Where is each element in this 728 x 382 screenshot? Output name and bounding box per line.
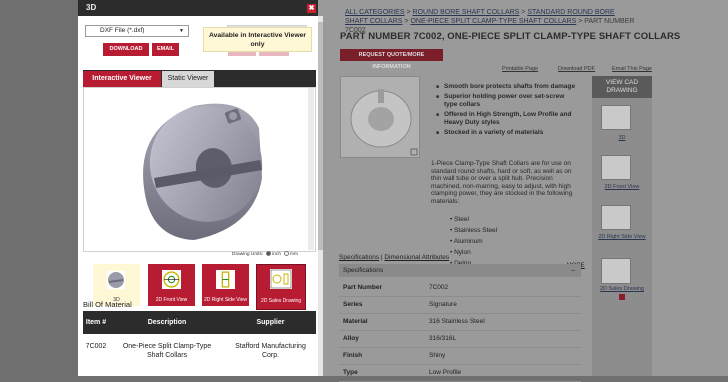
column-header: Supplier [225, 311, 316, 334]
view-thumbnail-sales-drawing[interactable]: 2D Sales Drawing [256, 264, 306, 310]
column-header: Description [109, 311, 225, 334]
modal-scrollbar-thumb[interactable] [318, 22, 323, 250]
download-button[interactable]: DOWNLOAD [103, 43, 149, 56]
breadcrumb-round-bore[interactable]: ROUND BORE SHAFT COLLARS [413, 9, 520, 16]
shaft-collar-3d-model[interactable] [84, 88, 317, 253]
spec-tabs: Specifications | Dimensional Attributes [339, 254, 450, 261]
tab-dimensional-attributes[interactable]: Dimensional Attributes [384, 254, 449, 261]
material-item: Stainless Steel [450, 225, 497, 236]
3d-viewer-canvas[interactable] [83, 87, 316, 252]
table-row: Type Low Profile [339, 364, 581, 382]
table-row: Alloy 316/316L [339, 330, 581, 348]
close-icon[interactable]: ✖ [307, 4, 316, 13]
cad-right-thumbnail[interactable] [601, 205, 631, 230]
email-button[interactable]: EMAIL [152, 43, 179, 56]
feature-item: Superior holding power over set-screw ty… [436, 93, 576, 110]
material-item: Nylon [450, 247, 497, 258]
material-item: Steel [450, 214, 497, 225]
feature-item: Offered in High Strength, Low Profile an… [436, 111, 576, 128]
file-format-select[interactable]: DXF File (*.dxf) ▼ [85, 25, 189, 37]
specifications-header[interactable]: Specifications – [339, 264, 581, 277]
feature-item: Smooth bore protects shafts from damage [436, 83, 576, 92]
column-header: Item # [83, 311, 109, 334]
view-thumbnail-right-side[interactable]: 2D Right Side View [202, 264, 249, 306]
modal-title: 3D [86, 3, 97, 12]
table-header-row: Item # Description Supplier [83, 311, 316, 334]
table-row: Finish Shiny [339, 347, 581, 365]
chevron-down-icon: ▼ [179, 28, 184, 34]
email-page-link[interactable]: Email This Page [612, 66, 652, 72]
feature-list: Smooth bore protects shafts from damage … [436, 83, 576, 138]
cad-3d-link[interactable]: 3D [592, 135, 652, 141]
cad-front-thumbnail[interactable] [601, 155, 631, 180]
collar-icon [107, 271, 125, 289]
interactive-only-tooltip: Available in Interactive Viewer only [203, 27, 312, 52]
tab-specifications[interactable]: Specifications [339, 254, 379, 261]
tab-interactive-viewer[interactable]: Interactive Viewer [83, 71, 161, 87]
specifications-table: Part Number 7C002 Series Signature Materia… [339, 279, 581, 382]
front-view-icon [162, 270, 181, 289]
breadcrumb-one-piece[interactable]: ONE-PIECE SPLIT CLAMP-TYPE SHAFT COLLARS [410, 18, 576, 25]
product-image[interactable] [340, 76, 420, 158]
table-row: Part Number 7C002 [339, 279, 581, 297]
cad-panel-title: VIEW CAD DRAWING [592, 76, 652, 98]
cad-front-link[interactable]: 2D Front View [592, 184, 652, 190]
modal-header: 3D ✖ [78, 0, 318, 16]
tab-static-viewer[interactable]: Static Viewer [162, 71, 214, 87]
breadcrumb-all-categories[interactable]: ALL CATEGORIES [345, 9, 405, 16]
page-title: PART NUMBER 7C002, ONE-PIECE SPLIT CLAMP… [340, 31, 681, 42]
sales-drawing-icon [270, 269, 292, 289]
materials-list: Steel Stainless Steel Aluminum Nylon Del… [450, 214, 497, 269]
pdf-icon[interactable] [619, 294, 625, 300]
cad-3d-thumbnail[interactable] [601, 105, 631, 130]
viewer-scrollbar[interactable] [308, 88, 314, 250]
product-page: ALL CATEGORIES > ROUND BORE SHAFT COLLAR… [318, 0, 728, 382]
side-view-icon [216, 270, 235, 289]
product-description: 1-Piece Clamp-Type Shaft Collars are for… [431, 160, 573, 205]
cad-right-link[interactable]: 2D Right Side View [592, 234, 652, 240]
cad-sales-thumbnail[interactable] [601, 258, 631, 284]
drawing-units: Drawing Units: inch mm [232, 251, 299, 257]
inch-radio[interactable] [266, 251, 272, 256]
material-item: Aluminum [450, 236, 497, 247]
view-thumbnail-front[interactable]: 2D Front View [148, 264, 195, 306]
table-row: Series Signature [339, 296, 581, 314]
feature-item: Stocked in a variety of materials [436, 129, 576, 138]
download-pdf-link[interactable]: Download PDF [558, 66, 595, 72]
cad-viewer-modal: 3D ✖ DXF File (*.dxf) ▼ DOWNLOAD EMAIL I… [78, 0, 318, 376]
bill-of-material-table: Item # Description Supplier 7C002 One-Pi… [83, 311, 316, 374]
request-quote-button[interactable]: REQUEST QUOTE/MORE INFORMATION [340, 49, 443, 70]
collapse-icon[interactable]: – [571, 264, 575, 277]
table-row: 7C002 One-Piece Split Clamp-Type Shaft C… [85, 343, 306, 359]
table-row: Material 316 Stainless Steel [339, 313, 581, 331]
cad-sales-link[interactable]: 2D Sales Drawing [592, 286, 652, 292]
bill-of-material-title: Bill Of Material [83, 300, 132, 309]
printable-page-link[interactable]: Printable Page [502, 66, 538, 72]
mm-radio[interactable] [284, 251, 290, 256]
